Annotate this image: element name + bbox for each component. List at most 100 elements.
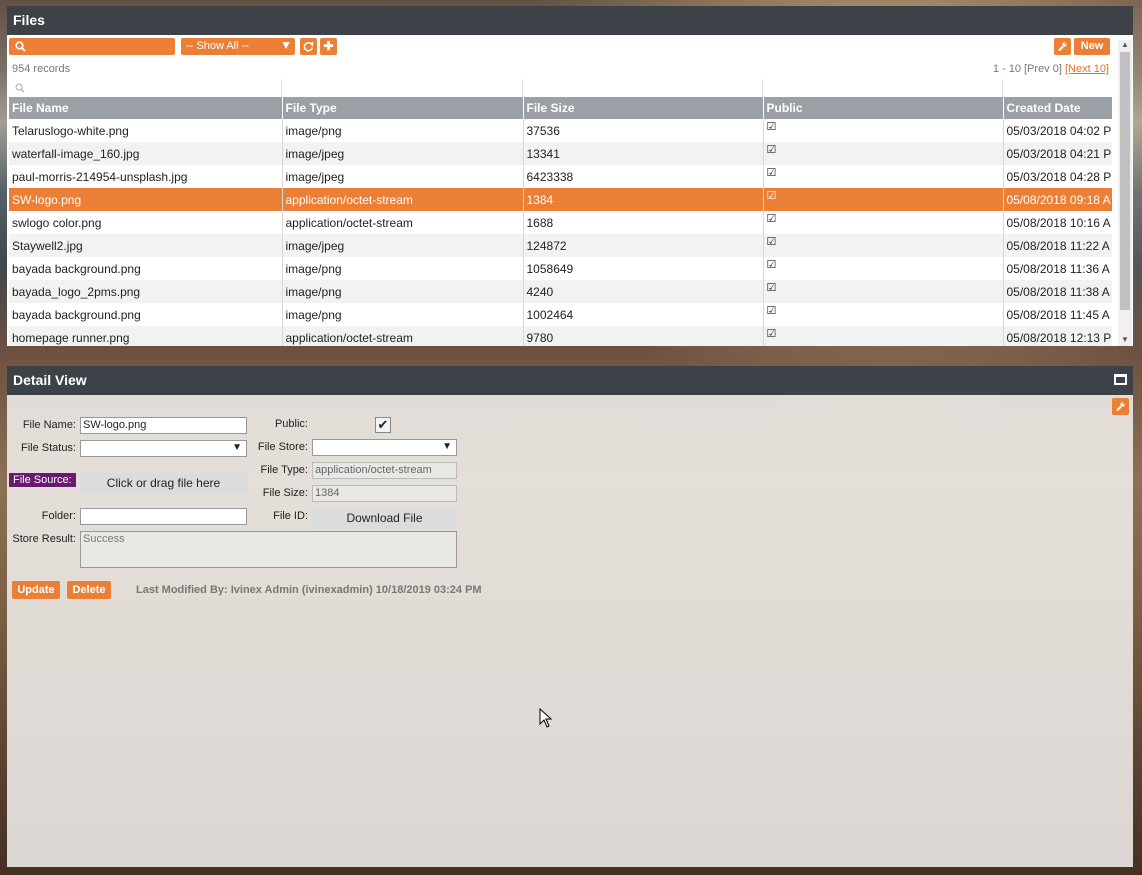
checkmark-icon: ☑ (766, 258, 777, 271)
grid-scrollbar[interactable]: ▲ ▼ (1118, 40, 1132, 346)
public-label: Public: (274, 418, 308, 430)
maximize-icon[interactable] (1114, 374, 1127, 385)
chevron-down-icon: ▼ (280, 38, 292, 52)
wrench-icon (1112, 402, 1129, 418)
cell-file-name: bayada background.png (9, 257, 283, 280)
table-row[interactable]: paul-morris-214954-unsplash.jpg image/jpe… (9, 165, 1112, 188)
settings-button[interactable] (1054, 38, 1071, 55)
filter-cell-public[interactable] (763, 79, 1003, 97)
folder-field[interactable] (80, 508, 247, 525)
chevron-down-icon: ▼ (442, 441, 452, 452)
cell-public: ☑ (763, 211, 1004, 234)
cell-file-type: application/octet-stream (282, 211, 524, 234)
cell-public: ☑ (763, 119, 1004, 142)
download-file-button[interactable]: Download File (312, 508, 457, 529)
filter-cell-type[interactable] (282, 79, 523, 97)
file-store-select[interactable]: ▼ (312, 439, 457, 456)
file-name-field[interactable]: SW-logo.png (80, 417, 247, 434)
mouse-cursor-icon (539, 707, 553, 731)
new-button[interactable]: New (1074, 38, 1110, 55)
cell-file-name: SW-logo.png (9, 188, 283, 211)
files-table: File Name File Type File Size Public Cre… (9, 97, 1112, 346)
next-page-link[interactable]: [Next 10] (1065, 63, 1109, 75)
cell-created-date: 05/03/2018 04:21 P (1003, 142, 1112, 165)
cell-file-size: 1002464 (523, 303, 764, 326)
cell-public: ☑ (763, 142, 1004, 165)
cell-file-size: 6423338 (523, 165, 764, 188)
file-size-label: File Size: (262, 487, 308, 499)
cell-created-date: 05/08/2018 11:22 A (1003, 234, 1112, 257)
column-header-created-date[interactable]: Created Date (1003, 97, 1112, 119)
cell-file-type: image/jpeg (282, 234, 524, 257)
table-row[interactable]: SW-logo.png application/octet-stream 1384 ☑… (9, 188, 1112, 211)
cell-file-type: image/png (282, 257, 524, 280)
checkmark-icon: ☑ (766, 235, 777, 248)
scrollbar-thumb[interactable] (1120, 52, 1130, 310)
table-row[interactable]: Staywell2.jpg image/jpeg 124872 ☑ 05/08/2018… (9, 234, 1112, 257)
column-header-public[interactable]: Public (763, 97, 1004, 119)
last-modified-text: Last Modified By: Ivinex Admin (ivinexad… (136, 584, 482, 596)
add-button[interactable]: ✚ (320, 38, 337, 55)
files-panel-header: Files (7, 6, 1133, 35)
file-status-select[interactable]: ▼ (80, 440, 247, 457)
grid-filter-row (9, 79, 1112, 97)
file-store-label: File Store: (257, 441, 308, 453)
cell-created-date: 05/08/2018 09:18 A (1003, 188, 1112, 211)
cell-file-name: bayada background.png (9, 303, 283, 326)
checkmark-icon: ☑ (766, 304, 777, 317)
detail-settings-button[interactable] (1112, 398, 1129, 415)
cell-public: ☑ (763, 280, 1004, 303)
cell-file-name: homepage runner.png (9, 326, 283, 346)
search-input[interactable] (9, 38, 175, 55)
cell-file-size: 13341 (523, 142, 764, 165)
refresh-button[interactable] (300, 38, 317, 55)
filter-cell-name[interactable] (9, 79, 282, 97)
cell-public: ☑ (763, 326, 1004, 346)
update-button[interactable]: Update (12, 581, 60, 599)
cell-public: ☑ (763, 303, 1004, 326)
checkmark-icon: ☑ (766, 143, 777, 156)
store-result-field[interactable]: Success (80, 531, 457, 568)
detail-panel-title: Detail View (13, 372, 87, 388)
table-row[interactable]: swlogo color.png application/octet-stream… (9, 211, 1112, 234)
file-drop-zone[interactable]: Click or drag file here (80, 473, 247, 494)
cell-file-name: Telaruslogo-white.png (9, 119, 283, 142)
cell-file-type: image/png (282, 303, 524, 326)
checkmark-icon: ☑ (766, 281, 777, 294)
table-row[interactable]: Telaruslogo-white.png image/png 37536 ☑ 05/0… (9, 119, 1112, 142)
store-result-label: Store Result: (12, 533, 76, 545)
scroll-down-icon[interactable]: ▼ (1121, 335, 1129, 344)
cell-file-name: paul-morris-214954-unsplash.jpg (9, 165, 283, 188)
table-row[interactable]: waterfall-image_160.jpg image/jpeg 13341 ☑ 0… (9, 142, 1112, 165)
cell-file-type: image/png (282, 119, 524, 142)
column-header-file-type[interactable]: File Type (282, 97, 524, 119)
cell-created-date: 05/08/2018 11:45 A (1003, 303, 1112, 326)
cell-file-size: 9780 (523, 326, 764, 346)
folder-label: Folder: (41, 510, 76, 522)
cell-file-size: 1058649 (523, 257, 764, 280)
table-row[interactable]: bayada background.png image/png 1058649 ☑ 05… (9, 257, 1112, 280)
delete-button[interactable]: Delete (67, 581, 111, 599)
column-header-file-size[interactable]: File Size (523, 97, 764, 119)
records-count: 954 records (12, 63, 71, 75)
cell-public: ☑ (763, 188, 1004, 211)
checkmark-icon: ☑ (766, 189, 777, 202)
cell-file-type: image/jpeg (282, 142, 524, 165)
cell-file-type: application/octet-stream (282, 326, 524, 346)
table-body: Telaruslogo-white.png image/png 37536 ☑ 05/0… (9, 119, 1112, 346)
cell-file-name: Staywell2.jpg (9, 234, 283, 257)
table-row[interactable]: homepage runner.png application/octet-str… (9, 326, 1112, 346)
table-header-row: File Name File Type File Size Public Cre… (9, 97, 1112, 119)
table-row[interactable]: bayada background.png image/png 1002464 ☑ 05… (9, 303, 1112, 326)
file-source-label: File Source: (9, 473, 76, 487)
search-icon (15, 82, 25, 96)
files-panel-title: Files (13, 12, 45, 28)
filter-select[interactable]: -- Show All -- ▼ (181, 38, 295, 55)
filter-cell-size[interactable] (523, 79, 763, 97)
column-header-file-name[interactable]: File Name (9, 97, 283, 119)
cell-created-date: 05/08/2018 12:13 P (1003, 326, 1112, 346)
public-checkbox[interactable]: ✔ (375, 417, 391, 433)
table-row[interactable]: bayada_logo_2pms.png image/png 4240 ☑ 05/08/… (9, 280, 1112, 303)
scroll-up-icon[interactable]: ▲ (1121, 40, 1129, 49)
files-grid: File Name File Type File Size Public Cre… (9, 79, 1112, 346)
